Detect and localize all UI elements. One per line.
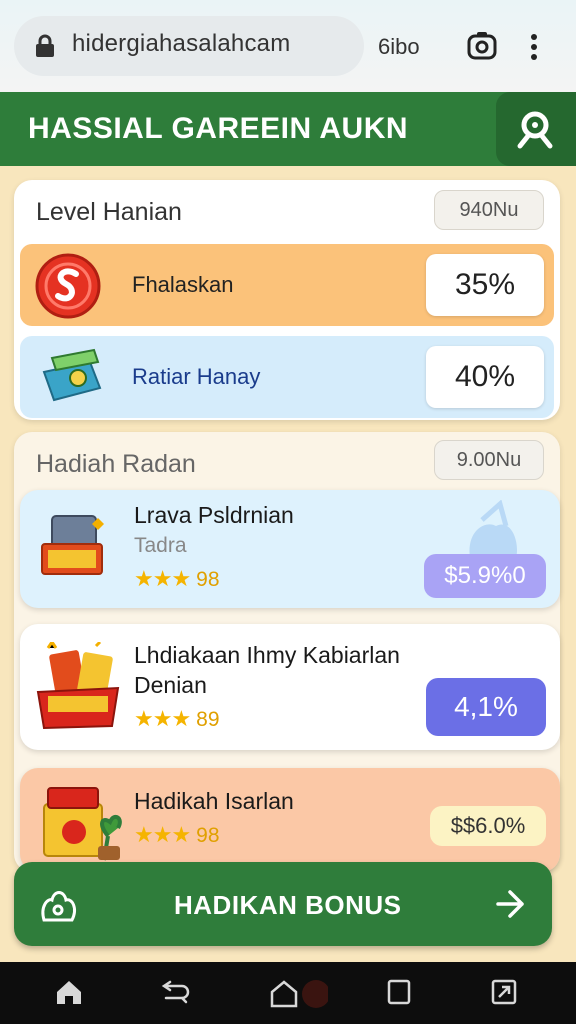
reward-title: Hadikah Isarlan bbox=[134, 788, 294, 814]
rewards-card-title: Hadiah Radan bbox=[36, 450, 196, 478]
rating-value: 98 bbox=[196, 568, 220, 591]
reward-item[interactable]: Hadikah Isarlan ★★★ 98 $$6.0% bbox=[20, 768, 560, 872]
red-coin-icon bbox=[35, 253, 101, 319]
price-pill[interactable]: $$6.0% bbox=[430, 806, 546, 846]
reward-title: Lrava Psldrnian bbox=[134, 502, 294, 528]
rating-value: 98 bbox=[196, 824, 220, 847]
gift-box-icon bbox=[43, 787, 122, 861]
row-label: Fhalaskan bbox=[132, 272, 234, 297]
bonus-label: HADIKAN BONUS bbox=[174, 890, 402, 920]
home-icon[interactable] bbox=[268, 978, 328, 1010]
reward-item[interactable]: Lrava Psldrnian Tadra ★★★ 98 $5.9%0 bbox=[20, 490, 560, 608]
stars-icon: ★★★ bbox=[134, 566, 191, 591]
level-row-ratiar-hanay[interactable]: Ratiar Hanay 40% bbox=[20, 336, 554, 418]
more-menu-icon[interactable] bbox=[526, 32, 542, 62]
ticket-icon bbox=[41, 515, 104, 575]
camera-icon[interactable] bbox=[466, 30, 498, 62]
url-text[interactable]: hidergiahasalahcam bbox=[72, 30, 290, 58]
profile-button[interactable] bbox=[496, 92, 576, 166]
system-nav-bar bbox=[0, 962, 576, 1024]
user-icon bbox=[517, 111, 553, 149]
recents-icon[interactable] bbox=[386, 978, 412, 1006]
star-rating: ★★★ 98 bbox=[134, 822, 220, 848]
app-title: HASSIAL GAREEIN AUKN bbox=[28, 112, 409, 145]
app-header: HASSIAL GAREEIN AUKN bbox=[0, 92, 576, 166]
row-value: 40% bbox=[426, 346, 544, 408]
bonus-button[interactable]: HADIKAN BONUS bbox=[14, 862, 552, 946]
back-icon[interactable] bbox=[158, 978, 190, 1006]
browser-toolbar: hidergiahasalahcam 6ibo bbox=[0, 0, 576, 92]
level-row-fhalaskan[interactable]: Fhalaskan 35% bbox=[20, 244, 554, 326]
rewards-badge: 9.00Nu bbox=[434, 440, 544, 480]
money-box-icon bbox=[42, 348, 102, 402]
level-badge: 940Nu bbox=[434, 190, 544, 230]
price-pill[interactable]: $5.9%0 bbox=[424, 554, 546, 598]
reward-item[interactable]: Lhdiakaan Ihmy Kabiarlan Denian ★★★ 89 4,… bbox=[20, 624, 560, 750]
tab-count[interactable]: 6ibo bbox=[378, 34, 420, 60]
decorative-blob-icon bbox=[469, 500, 518, 558]
stars-icon: ★★★ bbox=[134, 706, 191, 731]
row-value: 35% bbox=[426, 254, 544, 316]
rotate-screen-icon[interactable] bbox=[490, 978, 518, 1006]
reward-subtitle: Tadra bbox=[134, 534, 187, 557]
lock-icon bbox=[36, 34, 54, 57]
stars-icon: ★★★ bbox=[134, 822, 191, 847]
arrow-right-icon bbox=[496, 890, 524, 918]
home-filled-icon[interactable] bbox=[54, 978, 84, 1006]
row-label: Ratiar Hanay bbox=[132, 364, 261, 389]
star-rating: ★★★ 98 bbox=[134, 566, 220, 592]
price-pill[interactable]: 4,1% bbox=[426, 678, 546, 736]
level-card-title: Level Hanian bbox=[36, 198, 182, 226]
level-card: Level Hanian 940Nu Fhalaskan 35% Ratiar … bbox=[14, 180, 560, 420]
star-rating: ★★★ 89 bbox=[134, 706, 220, 732]
reward-title: Lhdiakaan Ihmy Kabiarlan Denian bbox=[134, 642, 400, 698]
gift-bag-icon bbox=[41, 891, 76, 922]
gift-ticket-icon bbox=[36, 642, 120, 730]
rating-value: 89 bbox=[196, 708, 220, 731]
